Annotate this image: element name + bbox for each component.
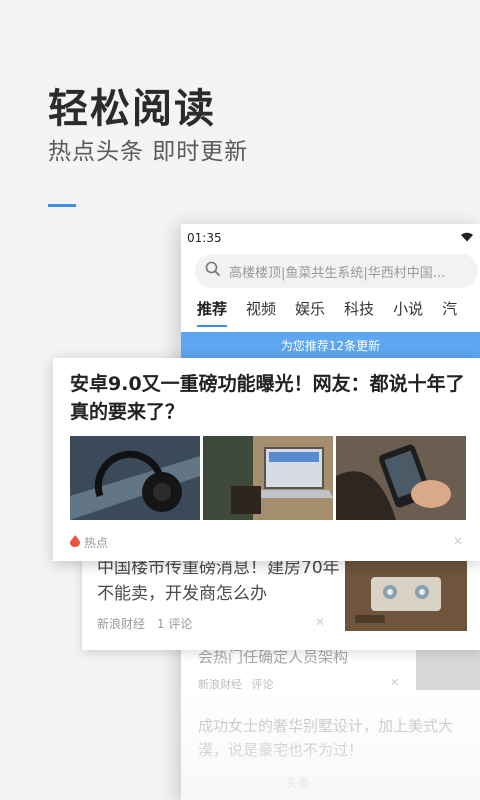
article2-meta: 新浪财经 1 评论 (97, 615, 192, 632)
smartphone-image (336, 436, 466, 520)
laptop-image (203, 436, 333, 520)
category-tabs: 推荐 视频 娱乐 科技 小说 汽 (197, 298, 457, 327)
featured-card[interactable]: 安卓9.0又一重磅功能曝光！网友：都说十年了真的要来了？ 热点 ✕ (53, 358, 480, 561)
article3-close-icon[interactable]: ✕ (390, 676, 399, 689)
hero-title: 轻松阅读 (48, 86, 216, 132)
search-icon (205, 261, 221, 281)
article2-thumbnail (345, 559, 467, 631)
hero-subtitle: 热点头条 即时更新 (48, 139, 249, 165)
tab-video[interactable]: 视频 (246, 298, 276, 319)
article2-source: 新浪财经 (97, 617, 146, 631)
tab-auto[interactable]: 汽 (442, 298, 457, 319)
tab-tech[interactable]: 科技 (344, 298, 374, 319)
headphones-image (70, 436, 200, 520)
article2-comments: 1 评论 (156, 617, 193, 631)
hero-accent-line (48, 204, 76, 207)
wifi-icon (460, 231, 474, 245)
tab-entertainment[interactable]: 娱乐 (295, 298, 325, 319)
article4-title[interactable]: 成功女士的奢华别墅设计，加上美式大漠，说是豪宅也不为过！ (198, 714, 480, 762)
featured-images (70, 436, 466, 520)
status-bar: 01:35 (181, 224, 480, 252)
featured-headline: 安卓9.0又一重磅功能曝光！网友：都说十年了真的要来了？ (70, 373, 465, 423)
article2-title: 中国楼市传重磅消息！建房70年不能卖，开发商怎么办 (97, 558, 340, 604)
article3-source: 新浪财经 (198, 678, 242, 691)
featured-footer: 热点 (70, 534, 108, 551)
article3-thumbnail (416, 650, 480, 690)
hot-tag: 热点 (84, 536, 109, 550)
featured-close-icon[interactable]: ✕ (453, 534, 463, 548)
update-banner: 为您推荐12条更新 (181, 332, 480, 358)
article4-source: 头条 (286, 776, 311, 790)
search-bar[interactable]: 高楼楼顶|鱼菜共生系统|华西村中国... (195, 254, 478, 288)
article3-comments: 评论 (251, 678, 274, 691)
article2-close-icon[interactable]: ✕ (315, 615, 325, 629)
tab-novel[interactable]: 小说 (393, 298, 423, 319)
status-time: 01:35 (187, 231, 222, 245)
article3-meta: 新浪财经 评论 (198, 676, 274, 692)
fire-icon (70, 535, 80, 550)
search-placeholder: 高楼楼顶|鱼菜共生系统|华西村中国... (229, 265, 446, 281)
tab-recommend[interactable]: 推荐 (197, 298, 228, 327)
